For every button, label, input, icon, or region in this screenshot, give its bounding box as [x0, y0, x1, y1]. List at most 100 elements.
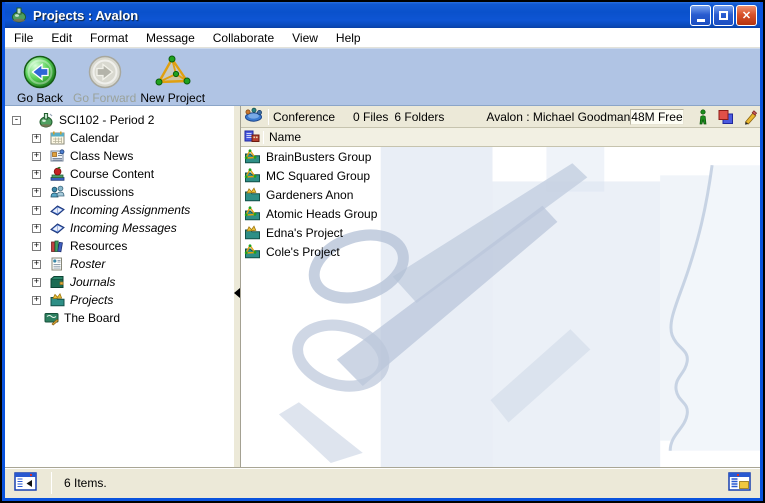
- new-project-pyramid-icon: [152, 54, 194, 90]
- menu-help[interactable]: Help: [327, 29, 370, 47]
- tree-item-label: Discussions: [70, 185, 134, 199]
- layers-icon[interactable]: [717, 109, 734, 125]
- menu-message[interactable]: Message: [137, 29, 204, 47]
- roster-icon: [49, 256, 66, 272]
- pencil-icon[interactable]: [743, 109, 758, 125]
- list-item-label: Atomic Heads Group: [266, 207, 377, 221]
- list-item-atomic-heads[interactable]: Atomic Heads Group: [241, 204, 760, 223]
- pyramid-folder-icon: [244, 244, 261, 259]
- go-back-label: Go Back: [17, 91, 63, 105]
- expand-icon[interactable]: +: [32, 188, 41, 197]
- go-forward-icon: [88, 54, 122, 90]
- expand-icon[interactable]: +: [32, 242, 41, 251]
- list-item-label: Gardeners Anon: [266, 188, 353, 202]
- tree-item-course-content[interactable]: + Course Content: [5, 165, 233, 183]
- separator: [51, 472, 52, 494]
- separator: [268, 109, 269, 125]
- minimize-button[interactable]: [690, 5, 711, 26]
- menu-view[interactable]: View: [283, 29, 327, 47]
- conference-toolbar-icons: [698, 109, 765, 125]
- minimize-icon: [697, 19, 705, 22]
- menu-edit[interactable]: Edit: [42, 29, 81, 47]
- item-count-text: 6 Items.: [64, 476, 107, 490]
- expand-icon[interactable]: +: [32, 278, 41, 287]
- app-window: Projects : Avalon ✕ File Edit Format Mes…: [0, 0, 765, 503]
- server-user-label: Avalon : Michael Goodman: [486, 110, 630, 124]
- expand-icon[interactable]: +: [32, 206, 41, 215]
- flask-icon: [38, 112, 55, 128]
- incoming-assignments-icon: [49, 202, 66, 218]
- window-title: Projects : Avalon: [33, 8, 688, 23]
- tree-item-label: Resources: [70, 239, 127, 253]
- tree-item-calendar[interactable]: + Calendar: [5, 129, 233, 147]
- tree-item-the-board[interactable]: The Board: [5, 309, 233, 327]
- menu-format[interactable]: Format: [81, 29, 137, 47]
- list-item-label: Edna's Project: [266, 226, 343, 240]
- tree-item-discussions[interactable]: + Discussions: [5, 183, 233, 201]
- tree-item-label: Course Content: [70, 167, 154, 181]
- files-count: 0 Files: [353, 110, 388, 124]
- main-area: - SCI102 - Period 2 +: [5, 106, 760, 467]
- titlebar[interactable]: Projects : Avalon ✕: [5, 2, 760, 28]
- course-content-icon: [49, 166, 66, 182]
- tree-item-class-news[interactable]: + Class News: [5, 147, 233, 165]
- list-column-header[interactable]: Name: [241, 128, 760, 147]
- resources-icon: [49, 238, 66, 254]
- tree-item-label: Incoming Assignments: [70, 203, 190, 217]
- tree-item-label: Projects: [70, 293, 113, 307]
- maximize-icon: [719, 11, 728, 20]
- expand-icon[interactable]: +: [32, 296, 41, 305]
- toolbar: Go Back Go Forward: [5, 48, 760, 106]
- new-project-button[interactable]: New Project: [140, 54, 205, 105]
- expand-icon[interactable]: +: [32, 134, 41, 143]
- board-icon: [43, 310, 60, 326]
- expand-icon[interactable]: +: [32, 260, 41, 269]
- menu-collaborate[interactable]: Collaborate: [204, 29, 283, 47]
- member-icon[interactable]: [698, 109, 708, 125]
- list-item-brainbusters[interactable]: BrainBusters Group: [241, 147, 760, 166]
- tree-item-label: Incoming Messages: [70, 221, 177, 235]
- close-icon: ✕: [742, 9, 751, 22]
- list-item-mc-squared[interactable]: MC Squared Group: [241, 166, 760, 185]
- collapse-icon[interactable]: -: [12, 116, 21, 125]
- toggle-left-panel-icon[interactable]: [14, 472, 37, 494]
- list-item-coles-project[interactable]: Cole's Project: [241, 242, 760, 261]
- tree-item-label: The Board: [64, 311, 120, 325]
- collapse-panel-arrow-icon[interactable]: [234, 288, 240, 298]
- go-back-button[interactable]: Go Back: [11, 54, 69, 105]
- pyramid-folder-icon: [244, 168, 261, 183]
- go-back-icon: [23, 54, 57, 90]
- list-item-label: BrainBusters Group: [266, 150, 371, 164]
- tree-item-resources[interactable]: + Resources: [5, 237, 233, 255]
- menu-file[interactable]: File: [5, 29, 42, 47]
- course-tree: - SCI102 - Period 2 +: [5, 106, 233, 467]
- list-item-gardeners[interactable]: Gardeners Anon: [241, 185, 760, 204]
- name-column-icon: [244, 129, 260, 146]
- expand-icon[interactable]: +: [32, 170, 41, 179]
- tree-item-label: Roster: [70, 257, 105, 271]
- tree-item-label: SCI102 - Period 2: [59, 113, 154, 127]
- panel-splitter[interactable]: [233, 106, 241, 467]
- tree-item-incoming-messages[interactable]: + Incoming Messages: [5, 219, 233, 237]
- name-column-label: Name: [269, 130, 301, 144]
- close-button[interactable]: ✕: [736, 5, 757, 26]
- toggle-right-panel-icon[interactable]: [728, 472, 751, 494]
- maximize-button[interactable]: [713, 5, 734, 26]
- projects-icon: [49, 292, 66, 308]
- tree-item-roster[interactable]: + Roster: [5, 255, 233, 273]
- separator: [263, 131, 264, 144]
- tree-item-course-root[interactable]: - SCI102 - Period 2: [5, 111, 233, 129]
- tree-item-journals[interactable]: + Journals: [5, 273, 233, 291]
- list-item-ednas-project[interactable]: Edna's Project: [241, 223, 760, 242]
- pyramid-folder-icon: [244, 149, 261, 164]
- expand-icon[interactable]: +: [32, 152, 41, 161]
- tree-item-projects[interactable]: + Projects: [5, 291, 233, 309]
- status-bar: 6 Items.: [5, 467, 760, 498]
- list-item-label: Cole's Project: [266, 245, 340, 259]
- conference-info-bar: Conference 0 Files 6 Folders Avalon : Mi…: [241, 106, 760, 128]
- expand-icon[interactable]: +: [32, 224, 41, 233]
- tree-item-label: Class News: [70, 149, 133, 163]
- project-list: BrainBusters Group MC Squared Group: [241, 147, 760, 467]
- window-content: File Edit Format Message Collaborate Vie…: [5, 28, 760, 498]
- tree-item-incoming-assignments[interactable]: + Incoming Assignments: [5, 201, 233, 219]
